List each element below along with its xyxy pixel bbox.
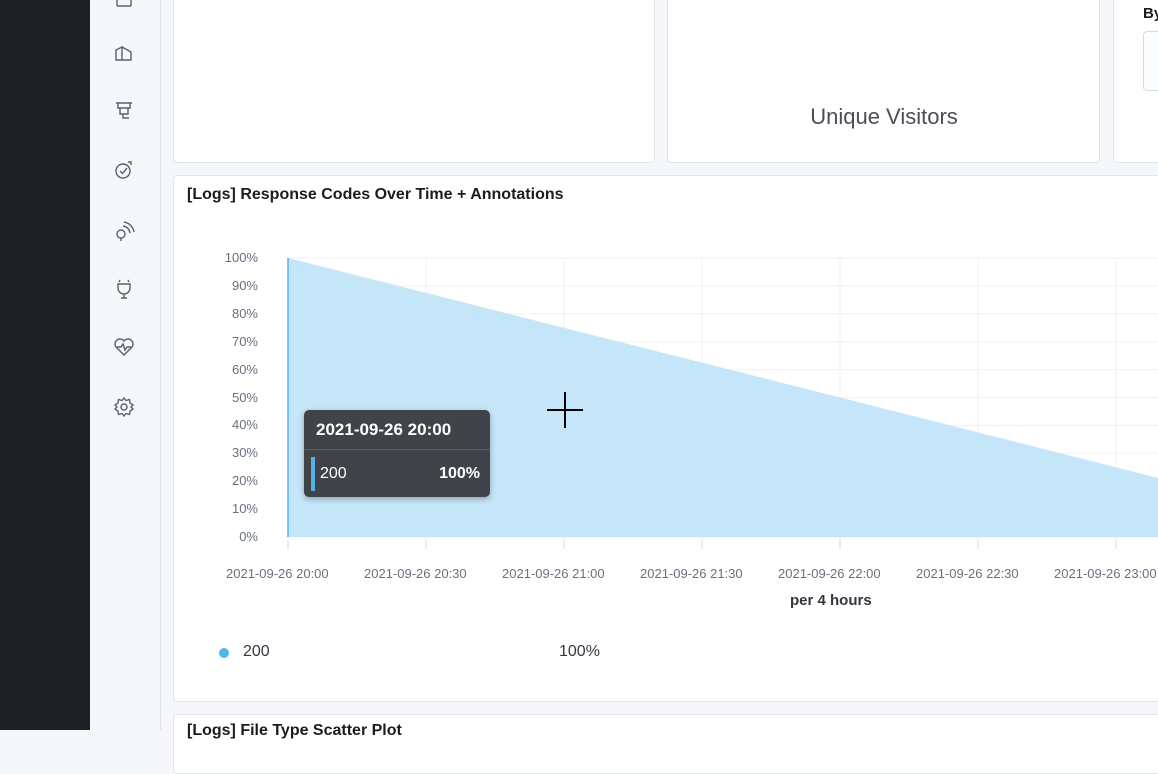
y-tick-label: 60% xyxy=(231,361,258,377)
x-tick-label: 2021-09-26 21:30 xyxy=(640,566,743,581)
x-tick-label: 2021-09-26 20:00 xyxy=(226,566,329,581)
canvas-icon[interactable] xyxy=(113,0,135,10)
y-tick-label: 20% xyxy=(231,473,258,489)
tooltip-divider xyxy=(304,449,490,450)
y-tick-label: 10% xyxy=(231,501,258,517)
tooltip-series-value: 100% xyxy=(439,465,480,482)
top-left-panel xyxy=(173,0,655,163)
apm-icon[interactable] xyxy=(113,278,135,300)
maps-icon[interactable] xyxy=(113,42,135,64)
legend-item-200[interactable]: 200 xyxy=(243,643,270,661)
metrics-icon[interactable] xyxy=(113,336,135,358)
by-panel-label: By xyxy=(1143,5,1158,22)
app-dark-sidebar xyxy=(0,0,90,730)
unique-visitors-label: Unique Visitors xyxy=(810,104,958,129)
tooltip-series-name: 200 xyxy=(320,465,347,482)
tooltip-title: 2021-09-26 20:00 xyxy=(316,420,452,439)
tooltip-series-color xyxy=(311,457,315,491)
x-axis-title: per 4 hours xyxy=(790,592,872,609)
y-tick-label: 80% xyxy=(231,305,258,321)
panel-title: [Logs] Response Codes Over Time + Annota… xyxy=(187,186,564,203)
legend-dot-200 xyxy=(219,648,229,658)
y-tick-label: 100% xyxy=(224,250,258,265)
x-tick-label: 2021-09-26 22:30 xyxy=(916,566,1019,581)
unique-visitors-panel xyxy=(667,0,1100,163)
legend-value-200: 100% xyxy=(559,643,600,660)
chart-tooltip: 2021-09-26 20:00 200 100% xyxy=(304,410,490,497)
settings-icon[interactable] xyxy=(113,396,135,418)
y-tick-label: 40% xyxy=(231,417,258,433)
y-tick-label: 90% xyxy=(231,277,258,293)
y-tick-label: 30% xyxy=(231,445,258,461)
x-tick-label: 2021-09-26 21:00 xyxy=(502,566,605,581)
y-tick-label: 70% xyxy=(231,333,258,349)
siem-icon[interactable] xyxy=(113,219,135,241)
by-panel-input[interactable] xyxy=(1143,31,1158,91)
ml-icon[interactable] xyxy=(113,99,135,121)
crosshair-cursor-icon xyxy=(547,392,583,428)
y-tick-label: 0% xyxy=(239,529,258,544)
y-tick-label: 50% xyxy=(231,389,258,405)
uptime-icon[interactable] xyxy=(113,159,135,181)
x-tick-label: 2021-09-26 22:00 xyxy=(778,566,881,581)
x-tick-label: 2021-09-26 23:00 xyxy=(1054,566,1157,581)
x-tick-label: 2021-09-26 20:30 xyxy=(364,566,467,581)
next-panel-title: [Logs] File Type Scatter Plot xyxy=(187,722,402,739)
